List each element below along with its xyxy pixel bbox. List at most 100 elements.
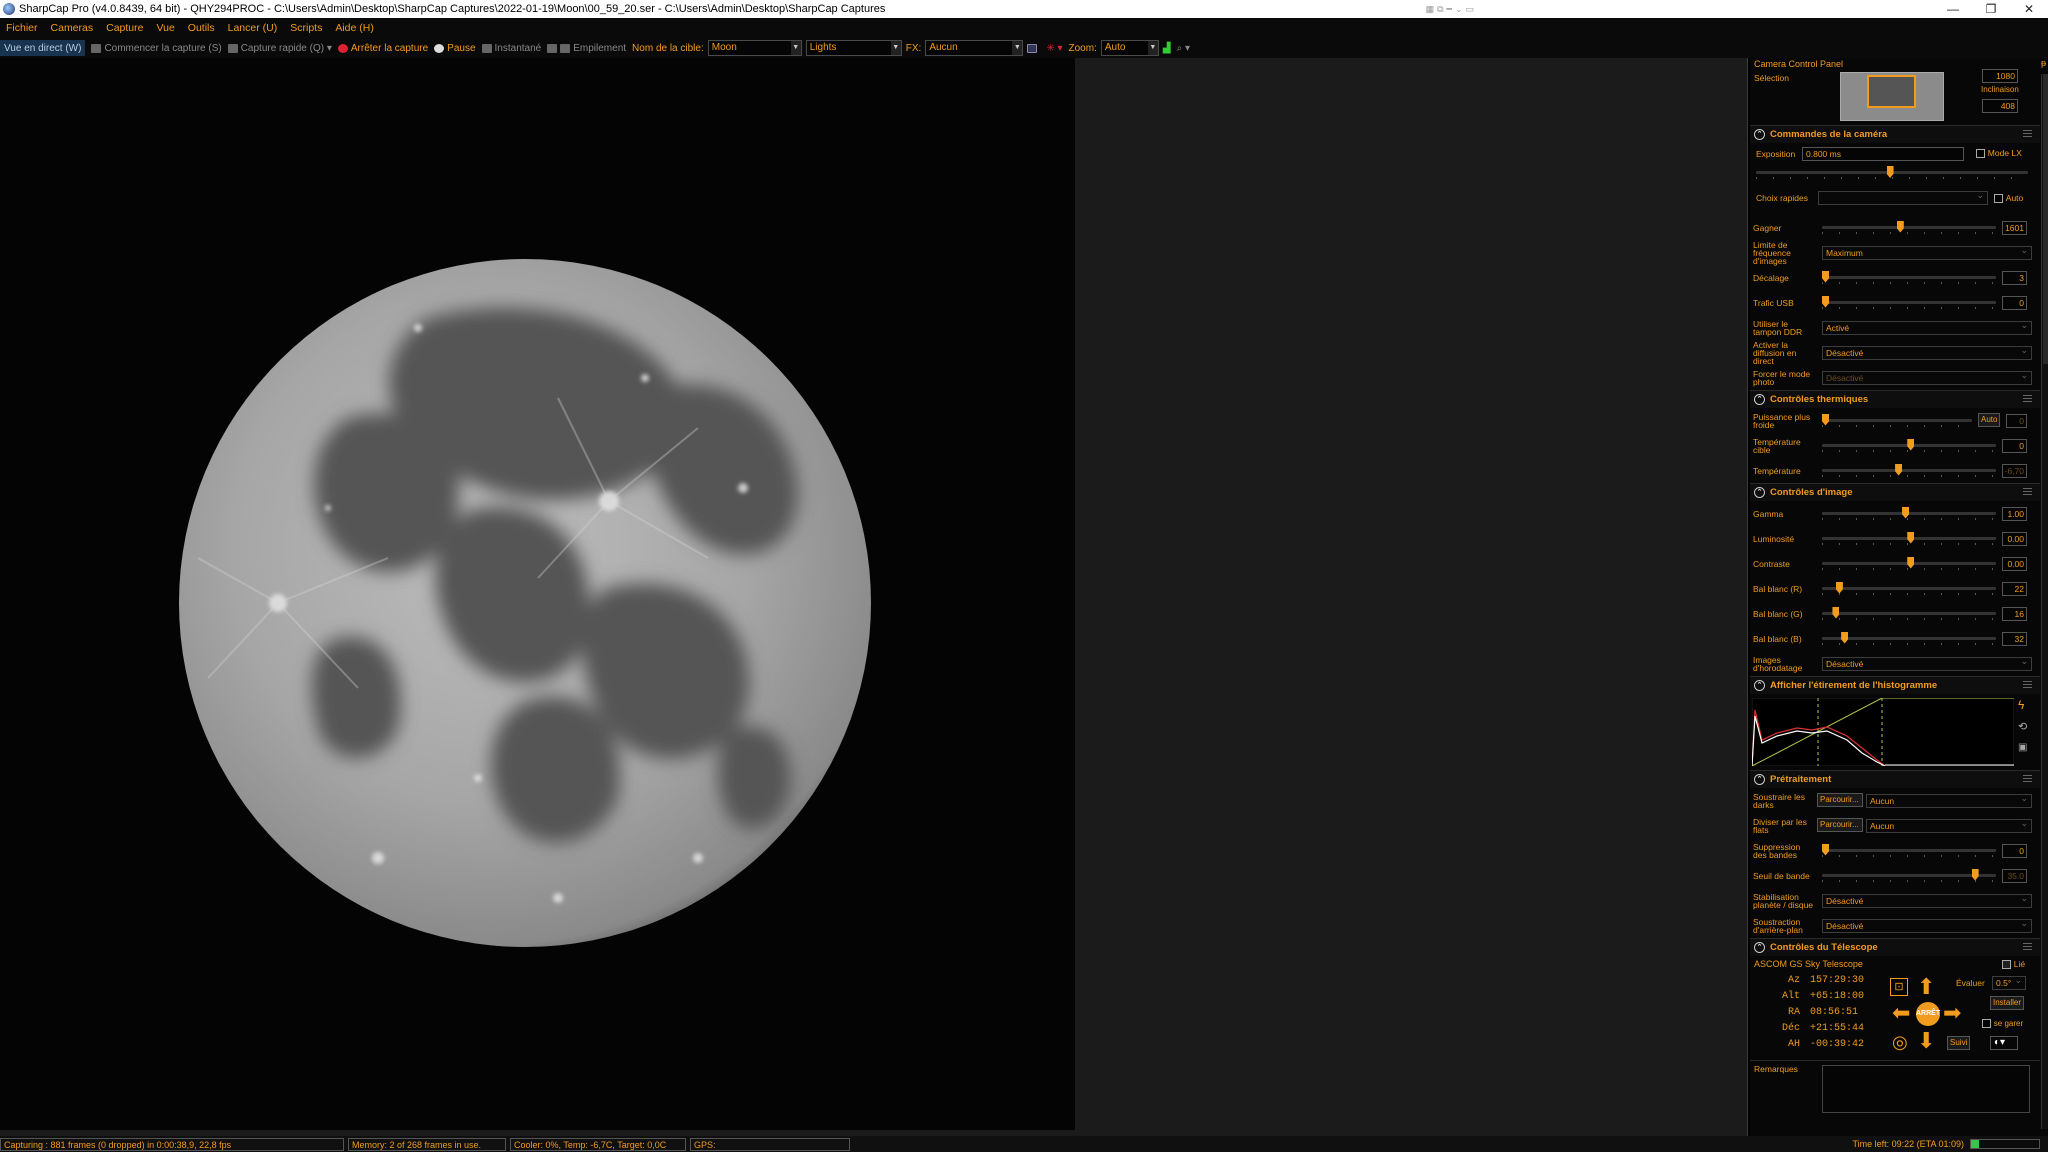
menu-scripts[interactable]: Scripts — [290, 22, 322, 34]
gamma-field[interactable]: 1.00 — [2002, 506, 2027, 521]
telescope-controls-header[interactable]: ⌃ Contrôles du Télescope — [1750, 938, 2040, 956]
lx-mode-checkbox[interactable]: Mode LX — [1976, 148, 2022, 159]
brightness-field[interactable]: 0.00 — [2002, 531, 2027, 546]
gain-slider[interactable] — [1822, 220, 1996, 235]
arrow-down-icon[interactable]: ⬇ — [1917, 1028, 1935, 1054]
menu-icon[interactable] — [2023, 130, 2032, 137]
cooler-power-field[interactable]: 0 — [2006, 413, 2027, 428]
stop-button[interactable]: ARRÊT — [1916, 1002, 1940, 1026]
menu-icon[interactable] — [2023, 681, 2032, 688]
quick-capture-button[interactable]: Capture rapide (Q) ▾ — [227, 43, 332, 54]
menu-outils[interactable]: Outils — [188, 22, 215, 34]
save-icon[interactable]: ▣ — [2018, 742, 2027, 753]
close-button[interactable]: ✕ — [2010, 2, 2048, 16]
image-viewport[interactable] — [0, 58, 1748, 1136]
park-checkbox[interactable]: se garer — [1982, 1018, 2023, 1029]
moon-tracking-icon[interactable]: ◐▾ — [1990, 1036, 2018, 1050]
histogram-button[interactable]: ▟ — [1163, 43, 1171, 54]
collapse-icon[interactable]: ⌃ — [1754, 774, 1765, 785]
zoom-combo[interactable]: Auto ▼ — [1100, 40, 1159, 56]
target-icon[interactable]: ◎ — [1892, 1032, 1908, 1053]
menu-icon[interactable] — [2023, 488, 2032, 495]
snapshot-button[interactable]: Instantané — [481, 43, 541, 54]
usb-traffic-slider[interactable] — [1822, 295, 1996, 310]
install-button[interactable]: Installer — [1990, 996, 2025, 1010]
collapse-icon[interactable]: ⌃ — [1754, 942, 1765, 953]
menu-icon[interactable] — [2023, 775, 2032, 782]
arrow-up-icon[interactable]: ⬆ — [1917, 974, 1935, 1000]
contrast-field[interactable]: 0.00 — [2002, 556, 2027, 571]
arrow-left-icon[interactable]: ⬅ — [1892, 1000, 1910, 1026]
cooler-auto-button[interactable]: Auto — [1978, 413, 2001, 427]
stacking-button[interactable]: Empilement — [547, 43, 626, 54]
menu-fichier[interactable]: Fichier — [6, 22, 38, 34]
contrast-slider[interactable] — [1822, 556, 1996, 571]
white-balance-red-slider[interactable] — [1822, 581, 1996, 596]
panel-scrollbar[interactable] — [2041, 74, 2048, 1129]
band-threshold-slider[interactable] — [1822, 868, 1996, 883]
minimize-button[interactable]: — — [1934, 2, 1972, 16]
target-name-combo[interactable]: Moon ▼ — [707, 40, 802, 56]
menu-aide[interactable]: Aide (H) — [335, 22, 374, 34]
camera-controls-header[interactable]: ⌃ Commandes de la caméra — [1750, 125, 2040, 143]
band-threshold-field[interactable]: 35.0 — [2002, 868, 2027, 883]
usb-traffic-field[interactable]: 0 — [2002, 295, 2027, 310]
target-temp-field[interactable]: 0 — [2002, 438, 2027, 453]
frame-type-combo[interactable]: Lights ▼ — [805, 40, 902, 56]
frame-rate-dropdown[interactable]: Maximum — [1822, 244, 2032, 260]
banding-field[interactable]: 0 — [2002, 843, 2027, 858]
fx-combo[interactable]: Aucun ▼ — [925, 40, 1024, 56]
background-subtraction-dropdown[interactable]: Désactivé — [1822, 917, 2032, 933]
menu-cameras[interactable]: Cameras — [51, 22, 94, 34]
pause-button[interactable]: Pause — [434, 43, 476, 54]
offset-field[interactable]: 3 — [2002, 270, 2027, 285]
exposure-slider[interactable] — [1756, 166, 2028, 180]
stop-capture-button[interactable]: Arrêter la capture — [337, 43, 428, 54]
magnifier-button[interactable]: ⌕ ▾ — [1177, 43, 1190, 54]
menu-lancer[interactable]: Lancer (U) — [228, 22, 278, 34]
cooler-power-slider[interactable] — [1822, 413, 1972, 428]
roi-selector[interactable] — [1840, 72, 1944, 121]
preprocessing-header[interactable]: ⌃ Prétraitement — [1750, 770, 2040, 788]
timestamp-dropdown[interactable]: Désactivé — [1822, 655, 2032, 671]
gain-field[interactable]: 1601 — [2002, 220, 2027, 235]
pin-icon[interactable]: ᵽ — [2041, 58, 2046, 68]
menu-icon[interactable] — [2023, 943, 2032, 950]
stabilization-dropdown[interactable]: Désactivé — [1822, 892, 2032, 908]
histogram-header[interactable]: ⌃ Afficher l'étirement de l'histogramme — [1750, 676, 2040, 694]
quick-pick-dropdown[interactable] — [1818, 189, 1988, 205]
target-temp-slider[interactable] — [1822, 438, 1996, 453]
brightness-slider[interactable] — [1822, 531, 1996, 546]
white-balance-green-field[interactable]: 16 — [2002, 606, 2027, 621]
white-balance-red-field[interactable]: 22 — [2002, 581, 2027, 596]
notes-textarea[interactable] — [1822, 1065, 2030, 1113]
lightning-icon[interactable]: ϟ — [2018, 698, 2024, 712]
collapse-icon[interactable]: ⌃ — [1754, 394, 1765, 405]
offset-slider[interactable] — [1822, 270, 1996, 285]
collapse-icon[interactable]: ⌃ — [1754, 129, 1765, 140]
flats-dropdown[interactable]: Aucun — [1866, 817, 2032, 833]
banding-slider[interactable] — [1822, 843, 1996, 858]
exposure-field[interactable]: 0.800 ms — [1802, 147, 1964, 161]
histogram-chart[interactable] — [1752, 698, 2014, 766]
live-view-button[interactable]: Vue en direct (W) — [0, 40, 86, 56]
white-balance-blue-slider[interactable] — [1822, 631, 1996, 646]
collapse-icon[interactable]: ⌃ — [1754, 680, 1765, 691]
slew-rate-dropdown[interactable]: 0.5° — [1992, 974, 2026, 990]
roi-height-field[interactable]: 1080 — [1982, 69, 2018, 83]
roi-offset-field[interactable]: 408 — [1982, 99, 2018, 113]
darks-dropdown[interactable]: Aucun — [1866, 792, 2032, 808]
goto-icon[interactable]: ⊡ — [1890, 978, 1908, 996]
white-balance-green-slider[interactable] — [1822, 606, 1996, 621]
gamma-slider[interactable] — [1822, 506, 1996, 521]
collapse-icon[interactable]: ⌃ — [1754, 487, 1765, 498]
white-balance-blue-field[interactable]: 32 — [2002, 631, 2027, 646]
menu-icon[interactable] — [2023, 395, 2032, 402]
flats-browse-button[interactable]: Parcourir... — [1817, 818, 1863, 832]
reticle-button[interactable]: ✳ ▾ — [1046, 43, 1062, 54]
menu-vue[interactable]: Vue — [156, 22, 174, 34]
menu-capture[interactable]: Capture — [106, 22, 143, 34]
ddr-buffer-dropdown[interactable]: Activé — [1822, 319, 2032, 335]
linked-checkbox[interactable]: Lié — [2002, 959, 2025, 970]
maximize-button[interactable]: ❐ — [1972, 2, 2010, 16]
